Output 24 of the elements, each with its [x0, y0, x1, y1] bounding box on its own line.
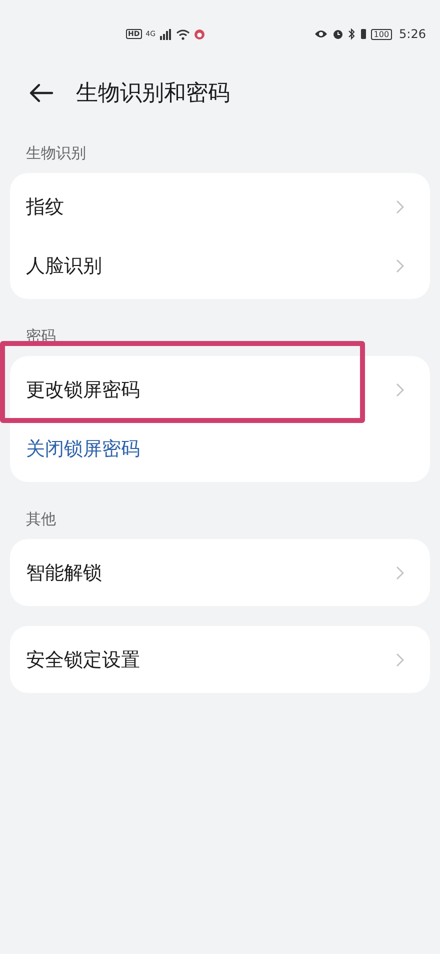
bluetooth-icon	[348, 28, 356, 40]
back-arrow-icon[interactable]	[28, 83, 54, 103]
battery-indicator: 100	[370, 28, 392, 40]
chevron-right-icon	[396, 258, 404, 272]
chevron-right-icon	[396, 566, 404, 580]
chevron-right-icon	[396, 200, 404, 214]
alarm-icon	[332, 28, 344, 40]
section-label: 生物识别	[25, 143, 87, 164]
chevron-right-icon	[396, 382, 404, 396]
signal-icon	[160, 28, 172, 40]
settings-item[interactable]: 安全锁定设置	[26, 646, 140, 672]
chevron-right-icon	[396, 652, 404, 666]
page-title: 生物识别和密码	[76, 80, 230, 108]
settings-item[interactable]: 智能解锁	[26, 560, 102, 586]
settings-item[interactable]: 指纹	[26, 194, 64, 220]
settings-item[interactable]: 关闭锁屏密码	[26, 436, 140, 462]
eye-icon	[314, 29, 328, 39]
app-notification-icon	[194, 28, 205, 40]
settings-item[interactable]: 人脸识别	[26, 252, 102, 278]
settings-item[interactable]: 更改锁屏密码	[26, 376, 140, 402]
section-label: 其他	[25, 509, 57, 530]
wifi-icon	[176, 28, 190, 40]
vibrate-icon	[360, 28, 367, 40]
clock: 5:26	[399, 27, 426, 41]
